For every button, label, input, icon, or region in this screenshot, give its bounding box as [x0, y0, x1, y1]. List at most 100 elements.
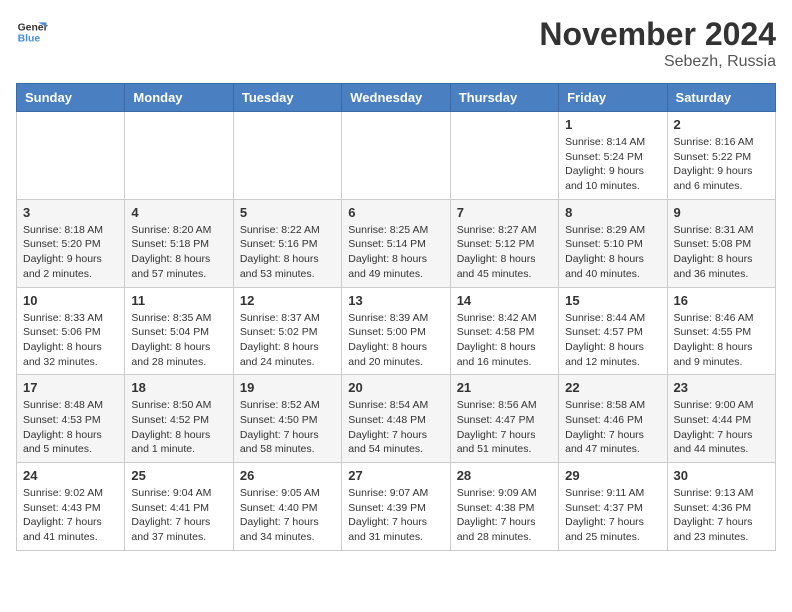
calendar-day-cell: 8 Sunrise: 8:29 AM Sunset: 5:10 PM Daylig…	[559, 199, 667, 287]
calendar-day-cell: 27Sunrise: 9:07 AM Sunset: 4:39 PM Dayli…	[342, 463, 450, 551]
calendar-day-cell: 3 Sunrise: 8:18 AM Sunset: 5:20 PM Daylig…	[17, 199, 125, 287]
day-number: 19	[240, 380, 335, 395]
calendar-week-row: 24Sunrise: 9:02 AM Sunset: 4:43 PM Dayli…	[17, 463, 776, 551]
day-number: 16	[674, 293, 769, 308]
calendar-day-cell: 21 Sunrise: 8:56 AM Sunset: 4:47 PM Dayli…	[450, 375, 558, 463]
logo: General Blue	[16, 16, 48, 48]
calendar-day-cell: 19 Sunrise: 8:52 AM Sunset: 4:50 PM Dayli…	[233, 375, 341, 463]
calendar-day-cell: 24Sunrise: 9:02 AM Sunset: 4:43 PM Dayli…	[17, 463, 125, 551]
calendar-day-cell: 22 Sunrise: 8:58 AM Sunset: 4:46 PM Dayli…	[559, 375, 667, 463]
day-info: Sunrise: 8:50 AM Sunset: 4:52 PM Dayligh…	[131, 398, 226, 457]
day-info: Sunrise: 9:11 AM Sunset: 4:37 PM Dayligh…	[565, 486, 660, 545]
weekday-header-row: SundayMondayTuesdayWednesdayThursdayFrid…	[17, 84, 776, 112]
day-info: Sunrise: 8:46 AM Sunset: 4:55 PM Dayligh…	[674, 311, 769, 370]
day-number: 25	[131, 468, 226, 483]
day-number: 20	[348, 380, 443, 395]
day-number: 3	[23, 205, 118, 220]
day-number: 6	[348, 205, 443, 220]
day-info: Sunrise: 8:27 AM Sunset: 5:12 PM Dayligh…	[457, 223, 552, 282]
page-header: General Blue November 2024 Sebezh, Russi…	[16, 16, 776, 71]
day-number: 5	[240, 205, 335, 220]
calendar-day-cell: 5Sunrise: 8:22 AM Sunset: 5:16 PM Daylig…	[233, 199, 341, 287]
day-number: 17	[23, 380, 118, 395]
calendar-day-cell: 9 Sunrise: 8:31 AM Sunset: 5:08 PM Daylig…	[667, 199, 775, 287]
svg-text:Blue: Blue	[18, 34, 41, 45]
day-info: Sunrise: 8:58 AM Sunset: 4:46 PM Dayligh…	[565, 398, 660, 457]
calendar-day-cell: 17 Sunrise: 8:48 AM Sunset: 4:53 PM Dayli…	[17, 375, 125, 463]
day-number: 14	[457, 293, 552, 308]
calendar-day-cell: 13 Sunrise: 8:39 AM Sunset: 5:00 PM Dayli…	[342, 287, 450, 375]
day-info: Sunrise: 9:00 AM Sunset: 4:44 PM Dayligh…	[674, 398, 769, 457]
calendar-day-cell	[450, 112, 558, 200]
day-info: Sunrise: 9:13 AM Sunset: 4:36 PM Dayligh…	[674, 486, 769, 545]
day-info: Sunrise: 8:14 AM Sunset: 5:24 PM Dayligh…	[565, 135, 660, 194]
day-info: Sunrise: 8:16 AM Sunset: 5:22 PM Dayligh…	[674, 135, 769, 194]
location: Sebezh, Russia	[539, 53, 776, 71]
weekday-header-cell: Monday	[125, 84, 233, 112]
calendar-day-cell: 11Sunrise: 8:35 AM Sunset: 5:04 PM Dayli…	[125, 287, 233, 375]
weekday-header-cell: Tuesday	[233, 84, 341, 112]
calendar-week-row: 3 Sunrise: 8:18 AM Sunset: 5:20 PM Daylig…	[17, 199, 776, 287]
calendar-day-cell: 18Sunrise: 8:50 AM Sunset: 4:52 PM Dayli…	[125, 375, 233, 463]
day-info: Sunrise: 9:09 AM Sunset: 4:38 PM Dayligh…	[457, 486, 552, 545]
day-number: 7	[457, 205, 552, 220]
calendar-day-cell: 2 Sunrise: 8:16 AM Sunset: 5:22 PM Daylig…	[667, 112, 775, 200]
calendar-day-cell: 4 Sunrise: 8:20 AM Sunset: 5:18 PM Daylig…	[125, 199, 233, 287]
calendar-day-cell	[233, 112, 341, 200]
calendar-week-row: 1 Sunrise: 8:14 AM Sunset: 5:24 PM Daylig…	[17, 112, 776, 200]
calendar-day-cell: 15 Sunrise: 8:44 AM Sunset: 4:57 PM Dayli…	[559, 287, 667, 375]
day-number: 1	[565, 117, 660, 132]
day-info: Sunrise: 9:05 AM Sunset: 4:40 PM Dayligh…	[240, 486, 335, 545]
day-number: 13	[348, 293, 443, 308]
day-number: 26	[240, 468, 335, 483]
day-info: Sunrise: 8:56 AM Sunset: 4:47 PM Dayligh…	[457, 398, 552, 457]
day-info: Sunrise: 9:02 AM Sunset: 4:43 PM Dayligh…	[23, 486, 118, 545]
day-number: 28	[457, 468, 552, 483]
day-info: Sunrise: 8:54 AM Sunset: 4:48 PM Dayligh…	[348, 398, 443, 457]
weekday-header-cell: Wednesday	[342, 84, 450, 112]
calendar-day-cell: 16 Sunrise: 8:46 AM Sunset: 4:55 PM Dayli…	[667, 287, 775, 375]
day-number: 9	[674, 205, 769, 220]
day-info: Sunrise: 8:52 AM Sunset: 4:50 PM Dayligh…	[240, 398, 335, 457]
day-info: Sunrise: 8:29 AM Sunset: 5:10 PM Dayligh…	[565, 223, 660, 282]
day-number: 4	[131, 205, 226, 220]
calendar-table: SundayMondayTuesdayWednesdayThursdayFrid…	[16, 83, 776, 551]
calendar-day-cell: 23Sunrise: 9:00 AM Sunset: 4:44 PM Dayli…	[667, 375, 775, 463]
day-info: Sunrise: 8:48 AM Sunset: 4:53 PM Dayligh…	[23, 398, 118, 457]
calendar-day-cell: 6 Sunrise: 8:25 AM Sunset: 5:14 PM Daylig…	[342, 199, 450, 287]
day-number: 15	[565, 293, 660, 308]
day-info: Sunrise: 8:20 AM Sunset: 5:18 PM Dayligh…	[131, 223, 226, 282]
weekday-header-cell: Sunday	[17, 84, 125, 112]
day-number: 8	[565, 205, 660, 220]
month-title: November 2024	[539, 16, 776, 53]
calendar-day-cell: 26 Sunrise: 9:05 AM Sunset: 4:40 PM Dayli…	[233, 463, 341, 551]
day-info: Sunrise: 8:37 AM Sunset: 5:02 PM Dayligh…	[240, 311, 335, 370]
day-info: Sunrise: 9:04 AM Sunset: 4:41 PM Dayligh…	[131, 486, 226, 545]
calendar-day-cell: 7 Sunrise: 8:27 AM Sunset: 5:12 PM Daylig…	[450, 199, 558, 287]
day-number: 22	[565, 380, 660, 395]
day-number: 2	[674, 117, 769, 132]
day-number: 29	[565, 468, 660, 483]
day-info: Sunrise: 8:31 AM Sunset: 5:08 PM Dayligh…	[674, 223, 769, 282]
day-info: Sunrise: 8:39 AM Sunset: 5:00 PM Dayligh…	[348, 311, 443, 370]
day-number: 10	[23, 293, 118, 308]
day-number: 12	[240, 293, 335, 308]
calendar-day-cell: 30Sunrise: 9:13 AM Sunset: 4:36 PM Dayli…	[667, 463, 775, 551]
day-number: 21	[457, 380, 552, 395]
calendar-week-row: 17 Sunrise: 8:48 AM Sunset: 4:53 PM Dayli…	[17, 375, 776, 463]
weekday-header-cell: Friday	[559, 84, 667, 112]
calendar-day-cell: 25 Sunrise: 9:04 AM Sunset: 4:41 PM Dayli…	[125, 463, 233, 551]
day-info: Sunrise: 8:18 AM Sunset: 5:20 PM Dayligh…	[23, 223, 118, 282]
logo-icon: General Blue	[16, 16, 48, 48]
calendar-day-cell	[125, 112, 233, 200]
day-info: Sunrise: 8:25 AM Sunset: 5:14 PM Dayligh…	[348, 223, 443, 282]
day-number: 11	[131, 293, 226, 308]
weekday-header-cell: Thursday	[450, 84, 558, 112]
calendar-day-cell: 29 Sunrise: 9:11 AM Sunset: 4:37 PM Dayli…	[559, 463, 667, 551]
day-info: Sunrise: 8:42 AM Sunset: 4:58 PM Dayligh…	[457, 311, 552, 370]
day-info: Sunrise: 8:33 AM Sunset: 5:06 PM Dayligh…	[23, 311, 118, 370]
weekday-header-cell: Saturday	[667, 84, 775, 112]
calendar-day-cell: 12 Sunrise: 8:37 AM Sunset: 5:02 PM Dayli…	[233, 287, 341, 375]
day-info: Sunrise: 8:44 AM Sunset: 4:57 PM Dayligh…	[565, 311, 660, 370]
calendar-day-cell	[17, 112, 125, 200]
